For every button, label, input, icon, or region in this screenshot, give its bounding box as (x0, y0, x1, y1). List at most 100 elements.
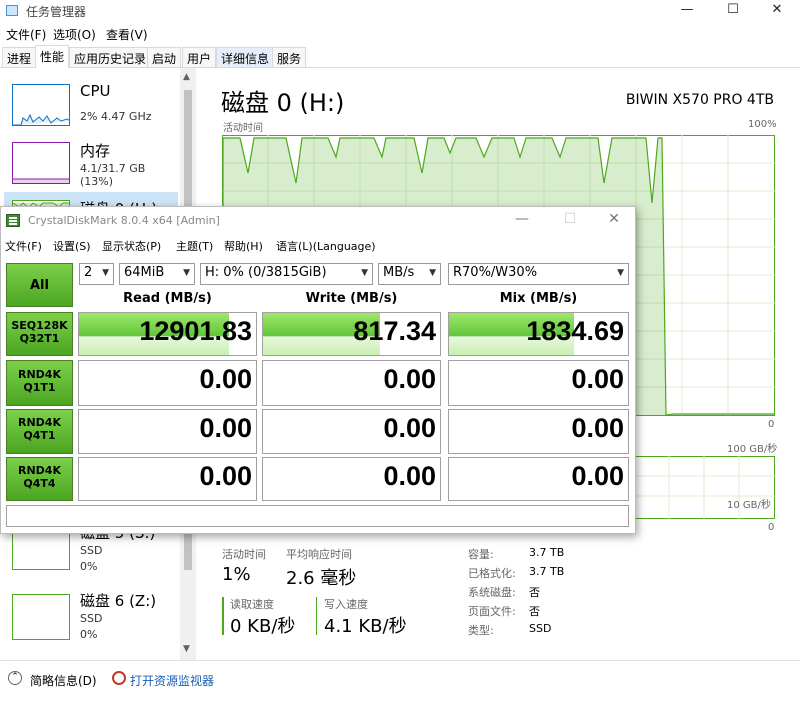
cdm-menu-profile[interactable]: 显示状态(P) (102, 238, 161, 254)
active-time-axis-label: 活动时间 (223, 123, 263, 134)
page-title: 磁盘 0 (H:) (221, 89, 345, 117)
write-speed-label: 写入速度 (324, 598, 368, 611)
prop-value: 3.7 TB (529, 565, 565, 578)
test-name: RND4K (18, 368, 61, 381)
result-cell-mix: 0.00 (448, 409, 629, 454)
cdm-close-button[interactable]: ✕ (599, 211, 629, 227)
result-cell-write: 0.00 (262, 360, 441, 406)
test-name: SEQ128K (11, 319, 68, 332)
sidebar-item-cpu[interactable]: CPU 2% 4.47 GHz (4, 76, 178, 134)
minimize-button[interactable]: — (664, 0, 710, 22)
unit-select[interactable]: MB/s ▼ (378, 263, 441, 285)
menu-options[interactable]: 选项(O) (53, 26, 96, 43)
drive-value: H: 0% (0/3815GiB) (205, 265, 327, 280)
rnd4k-q1t1-button[interactable]: RND4K Q1T1 (6, 360, 73, 406)
all-button-label: All (30, 278, 49, 293)
cdm-menu-theme[interactable]: 主题(T) (176, 238, 213, 254)
collapse-chevron-icon[interactable]: ⌃ (8, 671, 22, 685)
tab-performance[interactable]: 性能 (35, 45, 70, 68)
result-value: 0.00 (199, 364, 252, 394)
cdm-maximize-button[interactable]: ☐ (555, 211, 585, 227)
result-cell-mix: 0.00 (448, 360, 629, 406)
cdm-titlebar: CrystalDiskMark 8.0.4 x64 [Admin] — ☐ ✕ (1, 207, 635, 235)
rnd4k-q4t4-button[interactable]: RND4K Q4T4 (6, 457, 73, 501)
active-time-min-label: 0 (768, 419, 775, 430)
cdm-menu-settings[interactable]: 设置(S) (53, 238, 91, 254)
resource-monitor-icon[interactable] (112, 671, 126, 685)
result-value: 817.34 (353, 316, 436, 346)
result-cell-write: 0.00 (262, 457, 441, 501)
sidebar-item-label: 内存 (80, 142, 111, 160)
tab-details[interactable]: 详细信息 (216, 47, 275, 67)
cdm-menu-language[interactable]: 语言(L)(Language) (276, 238, 376, 254)
write-column-header: Write (MB/s) (305, 291, 398, 306)
tab-users[interactable]: 用户 (182, 47, 217, 67)
transfer-min-label: 0 (768, 522, 775, 533)
test-size-select[interactable]: 64MiB ▼ (119, 263, 195, 285)
scroll-down-icon[interactable]: ▼ (183, 644, 190, 654)
avg-response-label: 平均响应时间 (286, 548, 352, 561)
chevron-down-icon: ▼ (361, 268, 368, 278)
transfer-max-label: 100 GB/秒 (727, 444, 778, 455)
prop-key: 系统磁盘: (468, 586, 516, 599)
tm-menubar: 文件(F) 选项(O) 查看(V) (0, 22, 800, 44)
seq128k-q32t1-button[interactable]: SEQ128K Q32T1 (6, 312, 73, 356)
task-manager-icon (6, 5, 18, 16)
scroll-up-icon[interactable]: ▲ (183, 72, 190, 82)
sidebar-item-disk-6[interactable]: 磁盘 6 (Z:) SSD 0% (4, 586, 178, 644)
disk6-thumbnail (12, 594, 70, 640)
chevron-down-icon: ▼ (617, 268, 624, 278)
prop-value: 3.7 TB (529, 546, 565, 559)
comment-input[interactable] (6, 505, 629, 527)
mix-column-header: Mix (MB/s) (499, 291, 578, 306)
cpu-thumb-graph (13, 113, 69, 125)
result-value: 0.00 (383, 413, 436, 443)
all-button[interactable]: All (6, 263, 73, 307)
mix-ratio-select[interactable]: R70%/W30% ▼ (448, 263, 629, 285)
tab-app-history[interactable]: 应用历史记录 (69, 47, 152, 67)
tab-processes[interactable]: 进程 (2, 47, 37, 67)
drive-select[interactable]: H: 0% (0/3815GiB) ▼ (200, 263, 373, 285)
sidebar-item-sub: SSD (80, 612, 103, 625)
open-resource-monitor-link[interactable]: 打开资源监视器 (130, 672, 214, 689)
close-button[interactable]: ✕ (754, 0, 800, 22)
maximize-button[interactable]: ☐ (710, 0, 756, 22)
cdm-menu-help[interactable]: 帮助(H) (224, 238, 263, 254)
result-cell-read: 0.00 (78, 409, 257, 454)
result-cell-write: 0.00 (262, 409, 441, 454)
tab-startup[interactable]: 启动 (147, 47, 182, 67)
write-speed-value: 4.1 KB/秒 (324, 616, 407, 637)
cdm-title: CrystalDiskMark 8.0.4 x64 [Admin] (28, 214, 220, 227)
menu-file[interactable]: 文件(F) (6, 26, 46, 43)
result-cell-read: 0.00 (78, 360, 257, 406)
active-time-value: 1% (222, 564, 251, 585)
result-cell-read: 12901.83 (78, 312, 257, 356)
cpu-thumbnail (12, 84, 70, 126)
brief-info-button[interactable]: 简略信息(D) (30, 672, 97, 689)
read-speed-value: 0 KB/秒 (230, 616, 296, 637)
tab-services[interactable]: 服务 (272, 47, 307, 67)
tm-title: 任务管理器 (26, 5, 87, 19)
write-speed-marker (316, 597, 317, 635)
memory-thumbnail (12, 142, 70, 184)
read-column-header: Read (MB/s) (123, 291, 212, 306)
unit-value: MB/s (383, 265, 415, 280)
sidebar-item-label: 磁盘 6 (Z:) (80, 592, 157, 610)
result-value: 1834.69 (526, 316, 624, 346)
sidebar-item-label: CPU (80, 82, 111, 100)
cdm-minimize-button[interactable]: — (507, 211, 537, 227)
result-value: 0.00 (571, 461, 624, 491)
cdm-menu-file[interactable]: 文件(F) (5, 238, 42, 254)
result-cell-mix: 1834.69 (448, 312, 629, 356)
test-count-select[interactable]: 2 ▼ (79, 263, 114, 285)
test-params: Q4T1 (23, 429, 56, 442)
prop-key: 页面文件: (468, 605, 516, 618)
tm-tabs: 进程 性能 应用历史记录 启动 用户 详细信息 服务 (0, 44, 800, 68)
sidebar-item-memory[interactable]: 内存 4.1/31.7 GB (13%) (4, 134, 178, 192)
rnd4k-q4t1-button[interactable]: RND4K Q4T1 (6, 409, 73, 454)
active-time-label: 活动时间 (222, 548, 266, 561)
read-speed-label: 读取速度 (230, 598, 274, 611)
test-params: Q1T1 (23, 381, 56, 394)
sidebar-item-sub: 4.1/31.7 GB (13%) (80, 162, 146, 188)
menu-view[interactable]: 查看(V) (106, 26, 148, 43)
